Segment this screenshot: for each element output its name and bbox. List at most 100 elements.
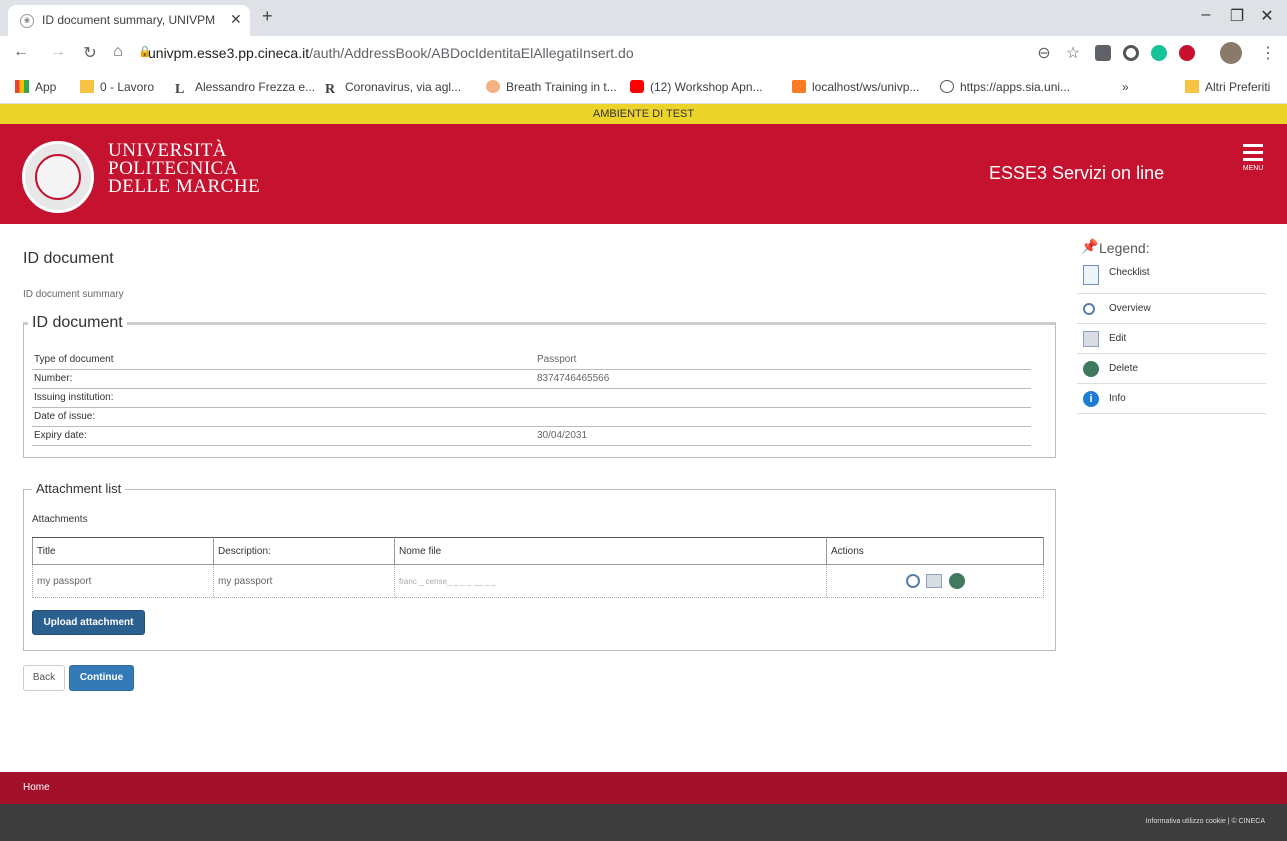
legend-item-info: i Info [1077, 384, 1266, 414]
tab-title: ID document summary, UNIVPM [42, 13, 216, 27]
browser-menu-icon[interactable]: ⋮ [1258, 43, 1278, 63]
youtube-icon [630, 80, 644, 93]
field-label: Number: [32, 369, 535, 389]
bookmarks-bar: App 0 - Lavoro L Alessandro Frezza e... R… [0, 70, 1287, 104]
back-arrow-icon[interactable]: ← [11, 43, 31, 61]
r-logo-icon: R [325, 82, 336, 97]
profile-avatar[interactable] [1220, 42, 1242, 64]
actions-cell [826, 564, 1044, 598]
grammarly-icon[interactable] [1151, 45, 1167, 61]
minimize-icon[interactable]: – [1196, 6, 1216, 24]
service-title: ESSE3 Servizi on line [989, 163, 1165, 183]
overview-icon [1083, 303, 1095, 315]
extension-icon[interactable] [1095, 45, 1111, 61]
bookmark-item[interactable]: App [15, 80, 56, 94]
attachments-caption: Attachments [32, 514, 88, 525]
legend-item-checklist: Checklist [1077, 260, 1266, 294]
test-environment-banner: AMBIENTE DI TEST [0, 104, 1287, 124]
zoom-icon[interactable]: ⊖ [1034, 43, 1054, 63]
footer-nav: Home [0, 772, 1287, 804]
footer-cookie-link[interactable]: Informativa utilizzo cookie | © CINECA [1146, 818, 1265, 825]
footer-home-link[interactable]: Home [23, 782, 50, 793]
attachments-table: Title Description: Nome file Actions my … [32, 537, 1044, 598]
field-value [535, 388, 1031, 408]
upload-attachment-button[interactable]: Upload attachment [32, 610, 145, 635]
edit-icon [1083, 331, 1099, 347]
field-value: 8374746465566 [535, 369, 1031, 389]
back-button[interactable]: Back [23, 665, 65, 691]
info-icon: i [1083, 391, 1099, 407]
id-document-legend: ID document [28, 314, 127, 332]
bookmark-item[interactable]: (12) Workshop Apn... [630, 80, 763, 94]
legend-item-overview: Overview [1077, 294, 1266, 324]
bookmark-item[interactable]: localhost/ws/univp... [792, 80, 919, 94]
lungs-icon [486, 80, 500, 93]
pin-icon: 📌 [1081, 238, 1099, 254]
attachment-legend: Attachment list [32, 481, 126, 496]
university-seal-logo[interactable] [22, 141, 94, 213]
column-header: Description: [213, 537, 395, 565]
bookmark-item[interactable]: R Coronavirus, via agl... [325, 80, 461, 97]
attachment-description: my passport [213, 564, 395, 598]
tab-close-icon[interactable]: ✕ [230, 11, 242, 28]
field-value: Passport [535, 350, 1031, 370]
extension-icon[interactable] [1179, 45, 1195, 61]
folder-icon [80, 80, 94, 93]
attachment-title: my passport [32, 564, 214, 598]
window-close-icon[interactable]: ✕ [1257, 6, 1277, 26]
legend-item-delete: Delete [1077, 354, 1266, 384]
bookmark-star-icon[interactable]: ☆ [1063, 43, 1083, 63]
field-label: Date of issue: [32, 407, 535, 427]
xampp-icon [792, 80, 806, 93]
address-bar-row: ← → ↻ ⌂ 🔒 univpm.esse3.pp.cineca.it/auth… [0, 36, 1287, 70]
folder-icon [1185, 80, 1199, 93]
column-header: Nome file [394, 537, 827, 565]
legend-title: Legend: [1099, 240, 1150, 256]
table-header-row: Title Description: Nome file Actions [32, 537, 1044, 565]
table-row: Date of issue: [32, 407, 1031, 427]
extension-icon[interactable] [1123, 45, 1139, 61]
menu-icon[interactable]: MENU [1240, 144, 1266, 172]
table-row: Expiry date: 30/04/2031 [32, 426, 1031, 446]
tab-favicon-icon: ❀ [20, 14, 34, 28]
column-header: Title [32, 537, 214, 565]
continue-button[interactable]: Continue [69, 665, 134, 691]
reload-icon[interactable]: ↻ [80, 43, 100, 63]
bookmarks-overflow[interactable]: » [1122, 80, 1129, 94]
browser-tab-bar: ❀ ID document summary, UNIVPM ✕ + – ❐ ✕ [0, 0, 1287, 36]
table-row: Type of document Passport [32, 350, 1031, 370]
url-field[interactable]: univpm.esse3.pp.cineca.it/auth/AddressBo… [148, 45, 634, 61]
delete-icon[interactable] [949, 573, 965, 589]
globe-icon [940, 80, 954, 93]
forward-arrow-icon[interactable]: → [48, 43, 68, 61]
bookmark-item[interactable]: 0 - Lavoro [80, 80, 154, 94]
table-row: Number: 8374746465566 [32, 369, 1031, 389]
new-tab-icon[interactable]: + [262, 6, 273, 27]
page-title: ID document [23, 250, 114, 267]
browser-tab[interactable]: ❀ ID document summary, UNIVPM ✕ [8, 5, 250, 36]
site-header: UNIVERSITÀ POLITECNICA DELLE MARCHE ESSE… [0, 124, 1287, 224]
edit-icon[interactable] [926, 574, 943, 588]
legend-item-edit: Edit [1077, 324, 1266, 354]
university-name[interactable]: UNIVERSITÀ POLITECNICA DELLE MARCHE [108, 141, 260, 196]
restore-icon[interactable]: ❐ [1227, 6, 1247, 26]
checklist-icon [1083, 265, 1099, 285]
field-value [535, 407, 1031, 427]
bookmark-item[interactable]: L Alessandro Frezza e... [175, 80, 315, 97]
overview-icon[interactable] [906, 574, 921, 588]
field-label: Issuing institution: [32, 388, 535, 408]
field-label: Type of document [32, 350, 535, 370]
bookmark-item[interactable]: https://apps.sia.uni... [940, 80, 1070, 94]
field-value: 30/04/2031 [535, 426, 1031, 446]
home-icon[interactable]: ⌂ [108, 43, 128, 61]
id-document-table: Type of document Passport Number: 83747464… [32, 350, 1031, 446]
attachment-filename: franc _ cense_ _ _ _ __ _ _ [394, 564, 827, 598]
footer-bottom: Informativa utilizzo cookie | © CINECA [0, 804, 1287, 841]
apps-grid-icon [15, 80, 29, 93]
other-bookmarks[interactable]: Altri Preferiti [1185, 80, 1270, 94]
field-label: Expiry date: [32, 426, 535, 446]
bookmark-item[interactable]: Breath Training in t... [486, 80, 617, 94]
table-row: my passport my passport franc _ cense_ _… [32, 564, 1044, 598]
column-header: Actions [826, 537, 1044, 565]
delete-icon [1083, 361, 1099, 377]
